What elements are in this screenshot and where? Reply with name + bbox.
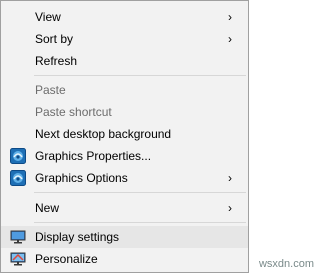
menu-item-paste[interactable]: Paste — [1, 79, 248, 101]
menu-item-new[interactable]: New › — [1, 197, 248, 219]
menu-item-paste-shortcut[interactable]: Paste shortcut — [1, 101, 248, 123]
menu-item-sort-by[interactable]: Sort by › — [1, 28, 248, 50]
menu-item-label: Paste — [35, 83, 66, 97]
menu-item-personalize[interactable]: Personalize — [1, 248, 248, 270]
menu-item-label: Paste shortcut — [35, 105, 112, 119]
menu-item-refresh[interactable]: Refresh — [1, 50, 248, 72]
menu-item-label: Refresh — [35, 54, 78, 68]
menu-item-label: Graphics Options — [35, 171, 128, 185]
submenu-arrow-icon: › — [228, 171, 232, 185]
submenu-arrow-icon: › — [228, 10, 232, 24]
menu-item-label: Graphics Properties... — [35, 149, 152, 163]
menu-separator — [34, 75, 246, 76]
menu-item-label: New — [35, 201, 60, 215]
intel-graphics-icon — [10, 170, 26, 186]
menu-item-label: Sort by — [35, 32, 74, 46]
menu-separator — [34, 192, 246, 193]
submenu-arrow-icon: › — [228, 201, 232, 215]
menu-item-graphics-properties[interactable]: Graphics Properties... — [1, 145, 248, 167]
desktop-context-menu: View › Sort by › Refresh Paste Paste sho… — [0, 0, 249, 273]
menu-item-label: Display settings — [35, 230, 120, 244]
menu-item-next-desktop-background[interactable]: Next desktop background — [1, 123, 248, 145]
menu-separator — [34, 222, 246, 223]
watermark: wsxdn.com — [258, 258, 314, 270]
menu-item-view[interactable]: View › — [1, 6, 248, 28]
submenu-arrow-icon: › — [228, 32, 232, 46]
menu-item-label: Next desktop background — [35, 127, 172, 141]
menu-item-label: Personalize — [35, 252, 98, 266]
intel-graphics-icon — [10, 148, 26, 164]
personalize-monitor-icon — [10, 251, 26, 267]
menu-item-graphics-options[interactable]: Graphics Options › — [1, 167, 248, 189]
menu-item-label: View — [35, 10, 61, 24]
monitor-icon — [10, 229, 26, 245]
menu-item-display-settings[interactable]: Display settings — [1, 226, 248, 248]
